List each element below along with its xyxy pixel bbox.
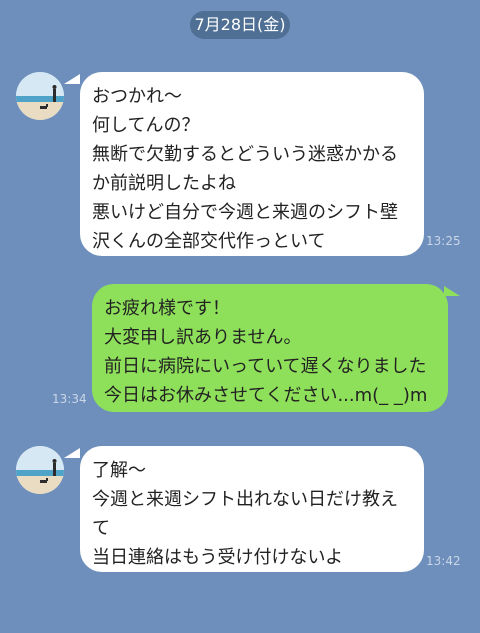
message-text: 今日はお休みさせてください...m(_ _)m (104, 385, 428, 406)
message-text: 悪いけど自分で今週と来週のシフト壁 (92, 202, 398, 223)
message-text: 沢くんの全部交代作っといて (92, 231, 326, 252)
message-timestamp: 13:34 (52, 392, 87, 406)
message-text: おつかれ〜 (92, 86, 182, 107)
message-text: か前説明したよね (92, 173, 236, 194)
message-text: 何してんの？ (92, 115, 200, 136)
message-text: お疲れ様です！ (104, 298, 230, 319)
message-text: 今週と来週シフト出れない日だけ教え (92, 489, 398, 510)
message-text: 了解〜 (92, 460, 146, 481)
contact-avatar[interactable] (16, 446, 64, 494)
message-text: 無断で欠勤するとどういう迷惑かかる (92, 144, 398, 165)
message-bubble-outgoing[interactable]: お疲れ様です！ 大変申し訳ありません。 前日に病院にいっていて遅くなりました 今… (92, 284, 448, 412)
date-separator: 7月28日(金) (190, 11, 290, 39)
message-text: 大変申し訳ありません。 (104, 327, 302, 348)
message-bubble-incoming[interactable]: 了解〜 今週と来週シフト出れない日だけ教え て 当日連絡はもう受け付けないよ (80, 446, 424, 572)
bubble-tail (64, 448, 80, 458)
message-timestamp: 13:42 (426, 554, 461, 568)
message-text: 当日連絡はもう受け付けないよ (92, 547, 344, 568)
message-text: 前日に病院にいっていて遅くなりました (104, 356, 427, 377)
message-text: て (92, 518, 110, 539)
message-timestamp: 13:25 (426, 234, 461, 248)
avatar-beach-image (16, 72, 64, 120)
contact-avatar[interactable] (16, 72, 64, 120)
bubble-tail (444, 286, 460, 296)
bubble-tail (64, 74, 80, 84)
avatar-beach-image (16, 446, 64, 494)
message-bubble-incoming[interactable]: おつかれ〜 何してんの？ 無断で欠勤するとどういう迷惑かかる か前説明したよね … (80, 72, 424, 256)
